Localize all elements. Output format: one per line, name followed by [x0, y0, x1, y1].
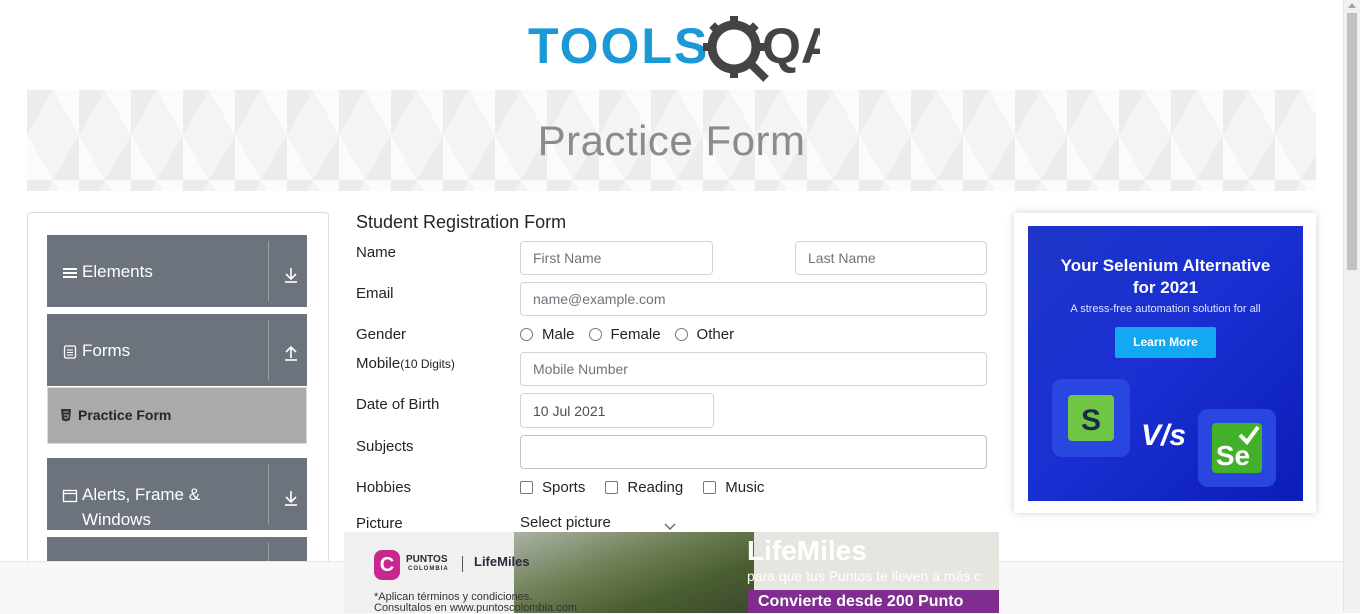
- page-banner: Practice Form: [27, 90, 1316, 191]
- radio-button[interactable]: [588, 328, 602, 341]
- ad-title-line2: for 2021: [1132, 278, 1199, 297]
- side-ad-container: Your Selenium Alternative for 2021 A str…: [1014, 213, 1316, 513]
- upload-arrow-icon[interactable]: [283, 344, 299, 362]
- testproject-logo-tile: S: [1052, 379, 1130, 457]
- gender-radio-group: Male Female Other: [520, 326, 748, 343]
- learn-more-button[interactable]: Learn More: [1115, 327, 1216, 358]
- sidebar-group-forms[interactable]: Forms: [47, 314, 307, 386]
- ad-subtitle: A stress-free automation solution for al…: [1070, 303, 1261, 315]
- svg-text:Se: Se: [1216, 440, 1250, 471]
- first-name-input[interactable]: [520, 241, 713, 275]
- download-arrow-icon[interactable]: [283, 266, 299, 284]
- scroll-thumb[interactable]: [1347, 13, 1357, 270]
- sidebar-item-practice-form[interactable]: Practice Form: [47, 387, 307, 444]
- download-arrow-icon[interactable]: [283, 489, 299, 507]
- hobby-music-option[interactable]: Music: [703, 479, 764, 496]
- sidebar-group-label: Elements: [82, 262, 153, 281]
- sidebar-group-label: Forms: [82, 341, 131, 360]
- toolsqa-logo[interactable]: TOOLS QA: [528, 14, 820, 82]
- svg-text:TOOLS: TOOLS: [528, 18, 709, 74]
- ad-title-line1: Your Selenium Alternative: [1060, 256, 1271, 275]
- html5-icon: [60, 408, 72, 422]
- ad-subline: para que tus Puntos te lleven a más c: [747, 568, 982, 584]
- document-icon: [62, 344, 78, 360]
- svg-text:S: S: [1081, 404, 1101, 437]
- selenium-logo-tile: Se: [1198, 409, 1276, 487]
- mobile-input[interactable]: [520, 352, 987, 386]
- ad-cta[interactable]: Convierte desde 200 Punto: [748, 590, 999, 613]
- puntos-brand: PUNTOS: [406, 554, 448, 565]
- email-label: Email: [356, 285, 394, 302]
- hobby-sports-option[interactable]: Sports: [520, 479, 585, 496]
- hobbies-checkbox-group: Sports Reading Music: [520, 479, 778, 496]
- mobile-label-text: Mobile: [356, 355, 401, 372]
- divider: [268, 241, 269, 301]
- sidebar: Elements Forms Practice Form Alerts, Fra…: [27, 212, 329, 613]
- sidebar-group-alerts[interactable]: Alerts, Frame & Windows: [47, 458, 307, 530]
- picture-select[interactable]: Select picture: [520, 514, 611, 531]
- email-input[interactable]: [520, 282, 987, 316]
- lifemiles-logo: LifeMiles: [474, 554, 530, 569]
- gender-male-option[interactable]: Male: [520, 326, 575, 343]
- hobbies-label: Hobbies: [356, 479, 412, 496]
- gender-label: Gender: [356, 326, 407, 343]
- scroll-up-arrow-icon[interactable]: [1348, 3, 1356, 8]
- divider: [268, 320, 269, 380]
- puntos-brand-sub: COLOMBIA: [408, 566, 449, 572]
- sidebar-group-elements[interactable]: Elements: [47, 235, 307, 307]
- last-name-input[interactable]: [795, 241, 987, 275]
- sidebar-group-label: Alerts, Frame & Windows: [82, 485, 201, 529]
- hamburger-icon: [62, 265, 78, 281]
- lifemiles-ad[interactable]: C PUNTOS COLOMBIA LifeMiles *Aplican tér…: [344, 532, 999, 613]
- divider: [268, 464, 269, 524]
- dob-label: Date of Birth: [356, 396, 440, 413]
- date-of-birth-input[interactable]: [520, 393, 714, 428]
- page-title: Practice Form: [537, 116, 806, 164]
- mobile-label: Mobile(10 Digits): [356, 355, 455, 372]
- form-title: Student Registration Form: [356, 212, 567, 232]
- subjects-input[interactable]: [520, 435, 987, 469]
- legal-line2: Consultalos en www.puntoscolombia.com: [374, 602, 577, 614]
- sidebar-item-label: Practice Form: [78, 407, 172, 423]
- window-icon: [62, 488, 78, 504]
- divider: [462, 556, 463, 572]
- gender-other-option[interactable]: Other: [674, 326, 735, 343]
- radio-button[interactable]: [674, 328, 688, 341]
- option-label: Reading: [627, 479, 684, 496]
- hobby-reading-option[interactable]: Reading: [605, 479, 683, 496]
- ad-legal: *Aplican términos y condiciones. Consult…: [374, 592, 577, 614]
- checkbox[interactable]: [605, 481, 619, 494]
- option-label: Male: [542, 326, 575, 343]
- vertical-scrollbar[interactable]: [1343, 0, 1360, 613]
- ad-headline: LifeMiles: [747, 535, 867, 566]
- selenium-alternative-ad[interactable]: Your Selenium Alternative for 2021 A str…: [1028, 226, 1303, 501]
- option-label: Female: [610, 326, 661, 343]
- svg-text:QA: QA: [762, 18, 820, 74]
- subjects-label: Subjects: [356, 438, 414, 455]
- option-label: Sports: [542, 479, 586, 496]
- puntos-logo-icon: C: [374, 550, 400, 580]
- checkbox[interactable]: [703, 481, 717, 494]
- ad-title: Your Selenium Alternative for 2021: [1028, 255, 1303, 299]
- option-label: Other: [696, 326, 735, 343]
- vs-text: V/s: [1141, 419, 1187, 452]
- radio-button[interactable]: [520, 328, 533, 341]
- checkbox[interactable]: [520, 481, 533, 494]
- option-label: Music: [725, 479, 765, 496]
- mobile-hint: (10 Digits): [400, 357, 455, 371]
- name-label: Name: [356, 244, 397, 261]
- gender-female-option[interactable]: Female: [588, 326, 661, 343]
- picture-label: Picture: [356, 515, 403, 532]
